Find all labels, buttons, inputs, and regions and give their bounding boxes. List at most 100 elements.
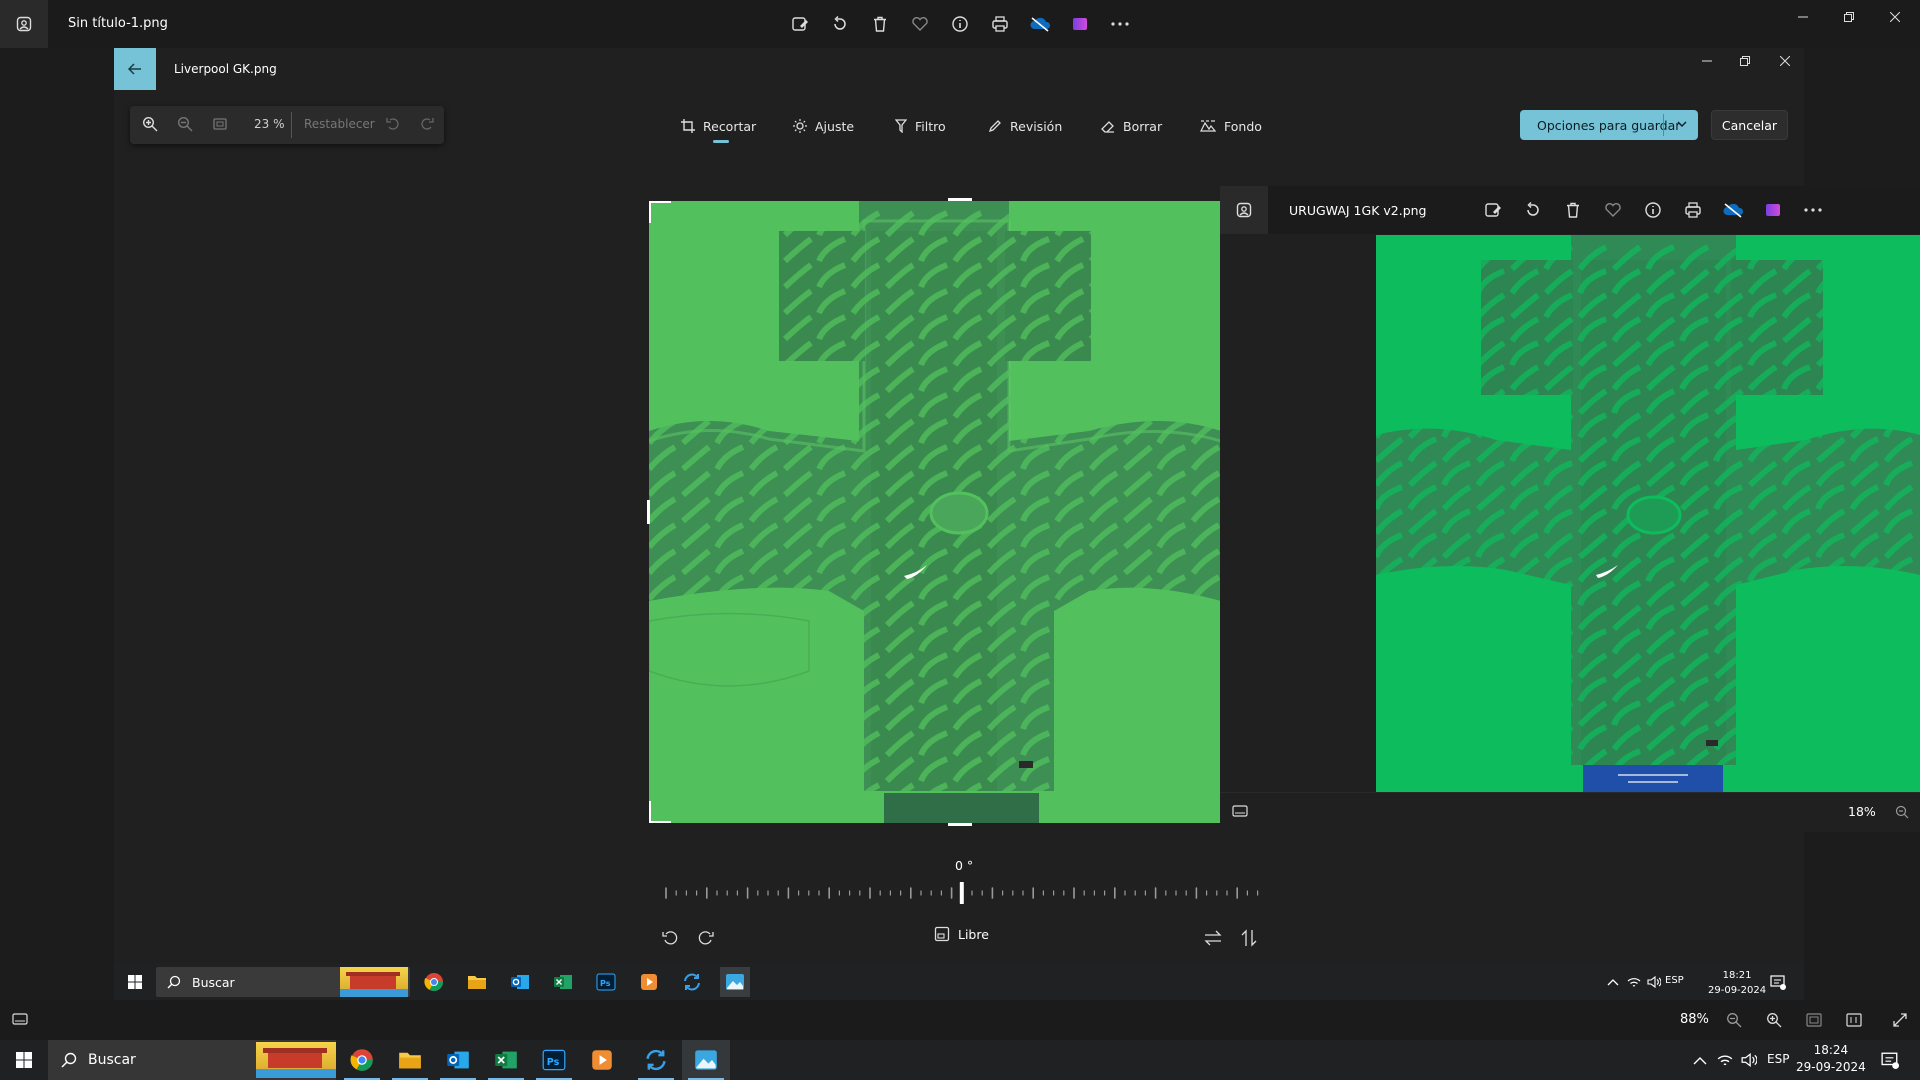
photoshop-icon[interactable]: Ps bbox=[530, 1040, 578, 1080]
onedrive-icon[interactable] bbox=[1713, 186, 1753, 234]
photos-app-icon[interactable] bbox=[1220, 186, 1268, 234]
show-hidden-icons-chevron-icon[interactable] bbox=[1688, 1048, 1712, 1072]
language-indicator[interactable]: ESP bbox=[1767, 1052, 1789, 1066]
zoom-out-icon[interactable] bbox=[173, 112, 197, 136]
file-explorer-icon[interactable] bbox=[462, 967, 492, 997]
tab-label: Revisión bbox=[1010, 118, 1063, 134]
zoom-out-icon[interactable] bbox=[1722, 1008, 1746, 1032]
excel-icon[interactable] bbox=[548, 967, 578, 997]
info-icon[interactable] bbox=[1633, 186, 1673, 234]
edited-image[interactable] bbox=[649, 201, 1221, 823]
tab-filtro[interactable]: Filtro bbox=[895, 115, 946, 137]
chrome-icon[interactable] bbox=[338, 1040, 386, 1080]
cancel-button[interactable]: Cancelar bbox=[1711, 110, 1788, 140]
media-player-icon[interactable] bbox=[634, 967, 664, 997]
save-options-label: Opciones para guardar bbox=[1537, 117, 1681, 133]
crop-handle-top[interactable] bbox=[948, 198, 972, 201]
clipchamp-icon[interactable] bbox=[1060, 0, 1100, 48]
search-highlight-image[interactable] bbox=[256, 1042, 336, 1078]
flip-vertical-icon[interactable] bbox=[1237, 926, 1261, 950]
actual-size-icon[interactable] bbox=[1842, 1008, 1866, 1032]
filmstrip-icon[interactable] bbox=[8, 1008, 32, 1032]
clock[interactable]: 18:24 29-09-2024 bbox=[1796, 1042, 1866, 1076]
more-options-icon[interactable] bbox=[1100, 0, 1140, 48]
tab-borrar[interactable]: Borrar bbox=[1101, 115, 1162, 137]
more-options-icon[interactable] bbox=[1793, 186, 1833, 234]
zoom-in-icon[interactable] bbox=[1762, 1008, 1786, 1032]
close-icon[interactable] bbox=[1872, 0, 1918, 34]
info-icon[interactable] bbox=[940, 0, 980, 48]
volume-icon[interactable] bbox=[1737, 1048, 1761, 1072]
edit-image-icon[interactable] bbox=[780, 0, 820, 48]
search-highlight-image[interactable] bbox=[340, 967, 408, 997]
editor-close-icon[interactable] bbox=[1762, 44, 1808, 78]
favorite-heart-icon[interactable] bbox=[900, 0, 940, 48]
photos-taskbar-icon[interactable] bbox=[720, 967, 750, 997]
excel-icon[interactable] bbox=[482, 1040, 530, 1080]
notification-icon[interactable] bbox=[1766, 970, 1790, 994]
notification-icon[interactable] bbox=[1878, 1048, 1902, 1072]
fit-to-window-icon[interactable] bbox=[1802, 1008, 1826, 1032]
clock-date: 29-09-2024 bbox=[1796, 1060, 1866, 1074]
print-icon[interactable] bbox=[980, 0, 1020, 48]
network-icon[interactable] bbox=[1713, 1048, 1737, 1072]
media-player-icon[interactable] bbox=[578, 1040, 626, 1080]
aspect-ratio-icon bbox=[934, 926, 950, 942]
sync-icon[interactable] bbox=[632, 1040, 680, 1080]
rotate-right-icon[interactable] bbox=[694, 926, 718, 950]
onedrive-icon[interactable] bbox=[1020, 0, 1060, 48]
edit-image-icon[interactable] bbox=[1473, 186, 1513, 234]
tab-recortar[interactable]: Recortar bbox=[681, 115, 756, 137]
photos-taskbar-icon[interactable] bbox=[682, 1040, 730, 1080]
rotate-icon[interactable] bbox=[820, 0, 860, 48]
outer-zoom-percent: 88% bbox=[1680, 1012, 1709, 1027]
crop-handle-bottom-left[interactable] bbox=[649, 801, 671, 823]
outlook-icon[interactable] bbox=[505, 967, 535, 997]
rotate-left-icon[interactable] bbox=[658, 926, 682, 950]
reset-button[interactable]: Restablecer bbox=[304, 117, 375, 131]
redo-icon[interactable] bbox=[415, 112, 439, 136]
clipchamp-icon[interactable] bbox=[1753, 186, 1793, 234]
save-options-button[interactable]: Opciones para guardar bbox=[1520, 110, 1698, 140]
filter-icon bbox=[895, 119, 907, 133]
flip-horizontal-icon[interactable] bbox=[1201, 926, 1225, 950]
svg-text:Ps: Ps bbox=[600, 979, 611, 988]
minimize-icon[interactable] bbox=[1780, 0, 1826, 34]
crop-icon bbox=[681, 119, 695, 133]
crop-handle-bottom[interactable] bbox=[948, 823, 972, 826]
sync-icon[interactable] bbox=[677, 967, 707, 997]
zoom-in-icon[interactable] bbox=[138, 112, 162, 136]
outlook-icon[interactable] bbox=[434, 1040, 482, 1080]
back-button[interactable] bbox=[114, 48, 156, 90]
language-indicator[interactable]: ESP bbox=[1665, 975, 1684, 986]
crop-handle-left[interactable] bbox=[647, 500, 650, 524]
volume-icon[interactable] bbox=[1642, 970, 1666, 994]
tab-fondo[interactable]: Fondo bbox=[1200, 115, 1262, 137]
zoom-out-icon[interactable] bbox=[1890, 800, 1914, 824]
delete-icon[interactable] bbox=[1553, 186, 1593, 234]
tab-ajuste[interactable]: Ajuste bbox=[793, 115, 854, 137]
delete-icon[interactable] bbox=[860, 0, 900, 48]
full-screen-icon[interactable] bbox=[1888, 1008, 1912, 1032]
rotate-icon[interactable] bbox=[1513, 186, 1553, 234]
favorite-heart-icon[interactable] bbox=[1593, 186, 1633, 234]
photoshop-icon[interactable]: Ps bbox=[591, 967, 621, 997]
restore-icon[interactable] bbox=[1826, 0, 1872, 34]
photos-app-icon[interactable] bbox=[0, 0, 48, 48]
chevron-down-icon[interactable] bbox=[1676, 118, 1688, 130]
divider bbox=[1663, 114, 1664, 136]
viewer-image[interactable] bbox=[1376, 235, 1920, 792]
fit-to-window-icon[interactable] bbox=[208, 112, 232, 136]
start-icon[interactable] bbox=[0, 1040, 48, 1080]
undo-icon[interactable] bbox=[381, 112, 405, 136]
tab-revision[interactable]: Revisión bbox=[988, 115, 1062, 137]
straighten-slider[interactable] bbox=[660, 882, 1260, 904]
aspect-ratio-button[interactable]: Libre bbox=[934, 926, 989, 942]
start-icon[interactable] bbox=[120, 967, 150, 997]
file-explorer-icon[interactable] bbox=[386, 1040, 434, 1080]
chrome-icon[interactable] bbox=[419, 967, 449, 997]
filmstrip-icon[interactable] bbox=[1228, 800, 1252, 824]
print-icon[interactable] bbox=[1673, 186, 1713, 234]
inner-clock[interactable]: 18:21 29-09-2024 bbox=[1708, 968, 1766, 998]
crop-handle-top-left[interactable] bbox=[649, 201, 671, 223]
